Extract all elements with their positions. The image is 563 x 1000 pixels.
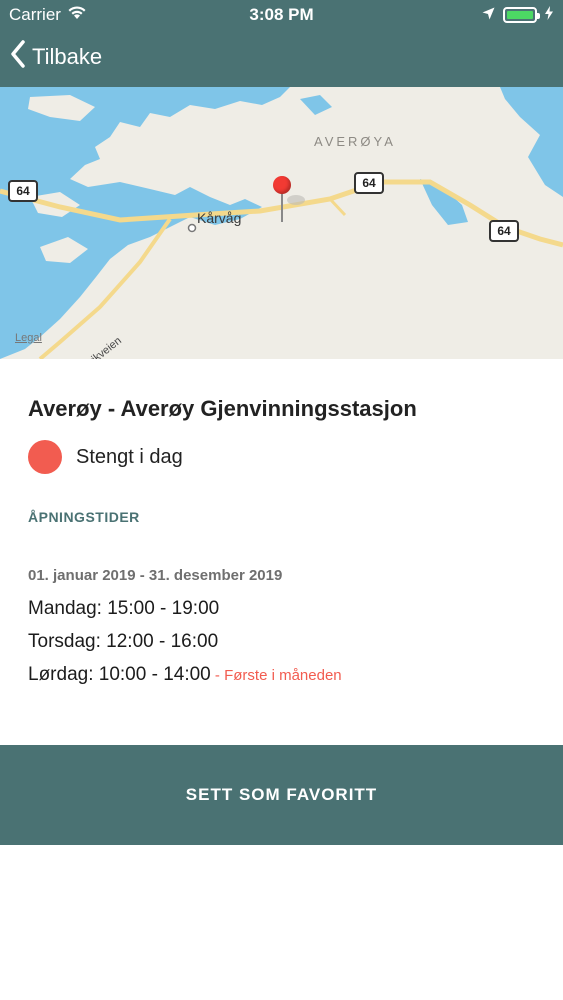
water-area — [0, 87, 290, 359]
map-pin-icon[interactable] — [273, 176, 291, 194]
battery-icon — [503, 7, 540, 23]
island — [190, 142, 228, 165]
navigation-header: Carrier 3:08 PM Tilbake — [0, 0, 563, 87]
status-right-group — [482, 5, 553, 25]
opening-period: 01. januar 2019 - 31. desember 2019 — [28, 567, 283, 584]
chevron-left-icon — [10, 40, 26, 74]
map-canvas — [0, 87, 563, 359]
location-arrow-icon — [482, 5, 495, 25]
hours-row-monday: Mandag: 15:00 - 19:00 — [28, 598, 219, 620]
status-bar: Carrier 3:08 PM — [0, 0, 563, 30]
island — [120, 142, 165, 167]
hours-text: Torsdag: 12:00 - 16:00 — [28, 631, 219, 652]
opening-hours-heading: ÅPNINGSTIDER — [28, 509, 140, 525]
status-clock: 3:08 PM — [249, 5, 314, 24]
hours-text: Lørdag: 10:00 - 14:00 — [28, 664, 211, 685]
charging-bolt-icon — [545, 5, 553, 25]
pin-shadow — [287, 195, 305, 205]
road-shield-64: 64 — [8, 180, 38, 202]
status-row: Stengt i dag — [28, 440, 183, 474]
legal-link[interactable]: Legal — [15, 332, 42, 344]
hours-note: - Første i måneden — [210, 667, 342, 684]
station-title: Averøy - Averøy Gjenvinningsstasjon — [28, 396, 417, 421]
back-button[interactable]: Tilbake — [10, 40, 102, 74]
road-shield-64: 64 — [354, 172, 384, 194]
closed-status-indicator — [28, 440, 62, 474]
set-favorite-button[interactable]: SETT SOM FAVORITT — [0, 745, 563, 845]
back-label: Tilbake — [32, 44, 103, 69]
lake — [300, 95, 332, 115]
water-area — [500, 87, 563, 197]
place-label: Kårvåg — [197, 210, 242, 226]
hours-row-thursday: Torsdag: 12:00 - 16:00 — [28, 631, 218, 653]
hours-text: Mandag: 15:00 - 19:00 — [28, 598, 220, 619]
road-shield-64: 64 — [489, 220, 519, 242]
location-map[interactable]: AVERØYA Kårvåg Tøvikveien 64 64 64 Legal — [0, 87, 563, 359]
place-dot — [187, 223, 197, 233]
hours-row-saturday: Lørdag: 10:00 - 14:00 - Første i måneden — [28, 664, 342, 686]
road — [328, 197, 347, 217]
region-label: AVERØYA — [314, 134, 396, 149]
status-text: Stengt i dag — [76, 445, 183, 468]
